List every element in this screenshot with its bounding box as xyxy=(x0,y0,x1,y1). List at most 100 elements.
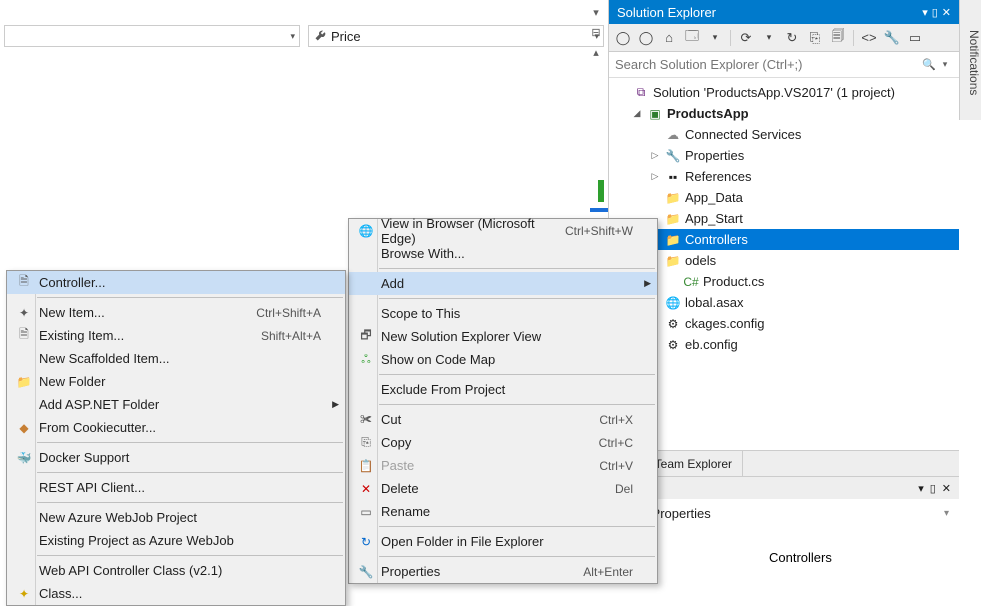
dropdown-left[interactable]: ▾ xyxy=(4,25,300,47)
chevron-down-icon[interactable]: ▾ xyxy=(705,28,725,48)
pin-icon[interactable]: ▯ xyxy=(930,482,936,495)
dropdown-icon[interactable]: ▾ xyxy=(922,6,928,19)
tree-references[interactable]: ▷▪▪ References xyxy=(609,166,959,187)
delete-icon: ✕ xyxy=(355,481,377,497)
editor-top-area: ▾ Price ▾ ▾ ⊟ ▴ xyxy=(0,0,608,60)
properties-icon[interactable]: 🔧 xyxy=(882,28,902,48)
split-icon[interactable]: ⊟ xyxy=(588,24,604,40)
separator xyxy=(379,374,655,375)
refresh-icon[interactable]: ⎘ xyxy=(805,28,825,48)
chevron-up-icon[interactable]: ▴ xyxy=(588,44,604,60)
file-icon: 🌐 xyxy=(665,295,681,311)
separator xyxy=(379,298,655,299)
separator xyxy=(853,30,854,46)
tree-global-asax[interactable]: 🌐 lobal.asax xyxy=(609,292,959,313)
menu-properties[interactable]: 🔧 Properties Alt+Enter xyxy=(349,560,657,583)
menu-new-azure-webjob[interactable]: New Azure WebJob Project xyxy=(7,506,345,529)
expander-icon[interactable]: ▷ xyxy=(649,171,661,182)
show-all-icon[interactable]: 🗐 xyxy=(828,28,848,48)
search-icon[interactable]: 🔍 xyxy=(921,57,937,73)
chevron-down-icon[interactable]: ▾ xyxy=(759,28,779,48)
menu-new-folder[interactable]: 📁 New Folder xyxy=(7,370,345,393)
separator xyxy=(379,556,655,557)
tree-project[interactable]: ◢ ▣ ProductsApp xyxy=(609,103,959,124)
chevron-down-icon[interactable]: ▾ xyxy=(588,4,604,20)
collapse-icon[interactable]: ↻ xyxy=(782,28,802,48)
menu-copy[interactable]: ⎘ Copy Ctrl+C xyxy=(349,431,657,454)
menu-view-in-browser[interactable]: 🌐 View in Browser (Microsoft Edge) Ctrl+… xyxy=(349,219,657,242)
separator xyxy=(379,526,655,527)
menu-scaffolded-item[interactable]: New Scaffolded Item... xyxy=(7,347,345,370)
menu-label: Existing Item... xyxy=(39,328,233,343)
tree-connected-services[interactable]: ☁ Connected Services xyxy=(609,124,959,145)
tree-product-cs[interactable]: C# Product.cs xyxy=(609,271,959,292)
menu-cut[interactable]: ✀ Cut Ctrl+X xyxy=(349,408,657,431)
tree-controllers[interactable]: 📁 Controllers xyxy=(609,229,959,250)
change-marker-blue xyxy=(590,208,608,212)
tree-models[interactable]: 📁 odels xyxy=(609,250,959,271)
menu-class[interactable]: ✦ Class... xyxy=(7,582,345,605)
menu-label: View in Browser (Microsoft Edge) xyxy=(381,216,537,246)
menu-scope-to-this[interactable]: Scope to This xyxy=(349,302,657,325)
menu-new-solution-view[interactable]: 🗗 New Solution Explorer View xyxy=(349,325,657,348)
menu-aspnet-folder[interactable]: Add ASP.NET Folder ▶ xyxy=(7,393,345,416)
tree-appstart[interactable]: 📁 App_Start xyxy=(609,208,959,229)
expander-icon[interactable]: ◢ xyxy=(631,108,643,119)
menu-delete[interactable]: ✕ Delete Del xyxy=(349,477,657,500)
home-icon[interactable]: ⌂ xyxy=(659,28,679,48)
preview-icon[interactable]: ▭ xyxy=(905,28,925,48)
menu-docker-support[interactable]: 🐳 Docker Support xyxy=(7,446,345,469)
tab-team-explorer[interactable]: Team Explorer xyxy=(645,451,743,476)
tree-appdata[interactable]: 📁 App_Data xyxy=(609,187,959,208)
menu-rest-api-client[interactable]: REST API Client... xyxy=(7,476,345,499)
folder-icon: 📁 xyxy=(665,232,681,248)
chevron-down-icon[interactable]: ▾ xyxy=(944,508,949,519)
pin-icon[interactable]: ▯ xyxy=(932,6,938,19)
tree-web-config[interactable]: ⚙ eb.config xyxy=(609,334,959,355)
config-file-icon: ⚙ xyxy=(665,316,681,332)
code-icon[interactable]: <> xyxy=(859,28,879,48)
existing-item-icon: 🗎 xyxy=(13,328,35,344)
menu-label: New Item... xyxy=(39,305,228,320)
menu-new-item[interactable]: ✦ New Item... Ctrl+Shift+A xyxy=(7,301,345,324)
menu-label: Add ASP.NET Folder xyxy=(39,397,321,412)
menu-open-folder[interactable]: ↻ Open Folder in File Explorer xyxy=(349,530,657,553)
code-map-icon: ஃ xyxy=(355,352,377,368)
menu-browse-with[interactable]: Browse With... xyxy=(349,242,657,265)
menu-existing-item[interactable]: 🗎 Existing Item... Shift+Alt+A xyxy=(7,324,345,347)
menu-label: Controller... xyxy=(39,275,321,290)
tree-packages-config[interactable]: ⚙ ckages.config xyxy=(609,313,959,334)
filter-icon[interactable]: ⟳ xyxy=(736,28,756,48)
menu-shortcut: Del xyxy=(615,482,633,496)
solution-search[interactable]: 🔍 ▾ xyxy=(609,52,959,78)
properties-row[interactable]: e Controllers xyxy=(619,547,949,567)
menu-show-on-code-map[interactable]: ஃ Show on Code Map xyxy=(349,348,657,371)
cut-icon: ✀ xyxy=(355,412,377,428)
menu-rename[interactable]: ▭ Rename xyxy=(349,500,657,523)
close-icon[interactable]: ✕ xyxy=(942,482,951,495)
menu-cookiecutter[interactable]: ◆ From Cookiecutter... xyxy=(7,416,345,439)
tree-solution[interactable]: ⧉ Solution 'ProductsApp.VS2017' (1 proje… xyxy=(609,82,959,103)
dropdown-icon[interactable]: ▾ xyxy=(918,482,924,495)
dropdown-price[interactable]: Price ▾ xyxy=(308,25,604,47)
tree-label: References xyxy=(685,169,751,184)
menu-label: New Scaffolded Item... xyxy=(39,351,321,366)
project-icon: ▣ xyxy=(647,106,663,122)
expander-icon[interactable]: ▷ xyxy=(649,150,661,161)
menu-exclude-from-project[interactable]: Exclude From Project xyxy=(349,378,657,401)
menu-add[interactable]: Add ▶ xyxy=(349,272,657,295)
menu-controller[interactable]: 🗎 Controller... xyxy=(7,271,345,294)
back-icon[interactable]: ◯ xyxy=(613,28,633,48)
separator xyxy=(379,268,655,269)
menu-existing-azure-webjob[interactable]: Existing Project as Azure WebJob xyxy=(7,529,345,552)
tree-properties[interactable]: ▷🔧 Properties xyxy=(609,145,959,166)
menu-label: Show on Code Map xyxy=(381,352,633,367)
search-input[interactable] xyxy=(615,57,921,72)
sync-icon[interactable]: 🗔 xyxy=(682,28,702,48)
chevron-down-icon[interactable]: ▾ xyxy=(937,57,953,73)
config-file-icon: ⚙ xyxy=(665,337,681,353)
close-icon[interactable]: ✕ xyxy=(942,6,951,19)
tree-label: odels xyxy=(685,253,716,268)
tab-notifications[interactable]: Notifications xyxy=(959,0,981,120)
forward-icon[interactable]: ◯ xyxy=(636,28,656,48)
